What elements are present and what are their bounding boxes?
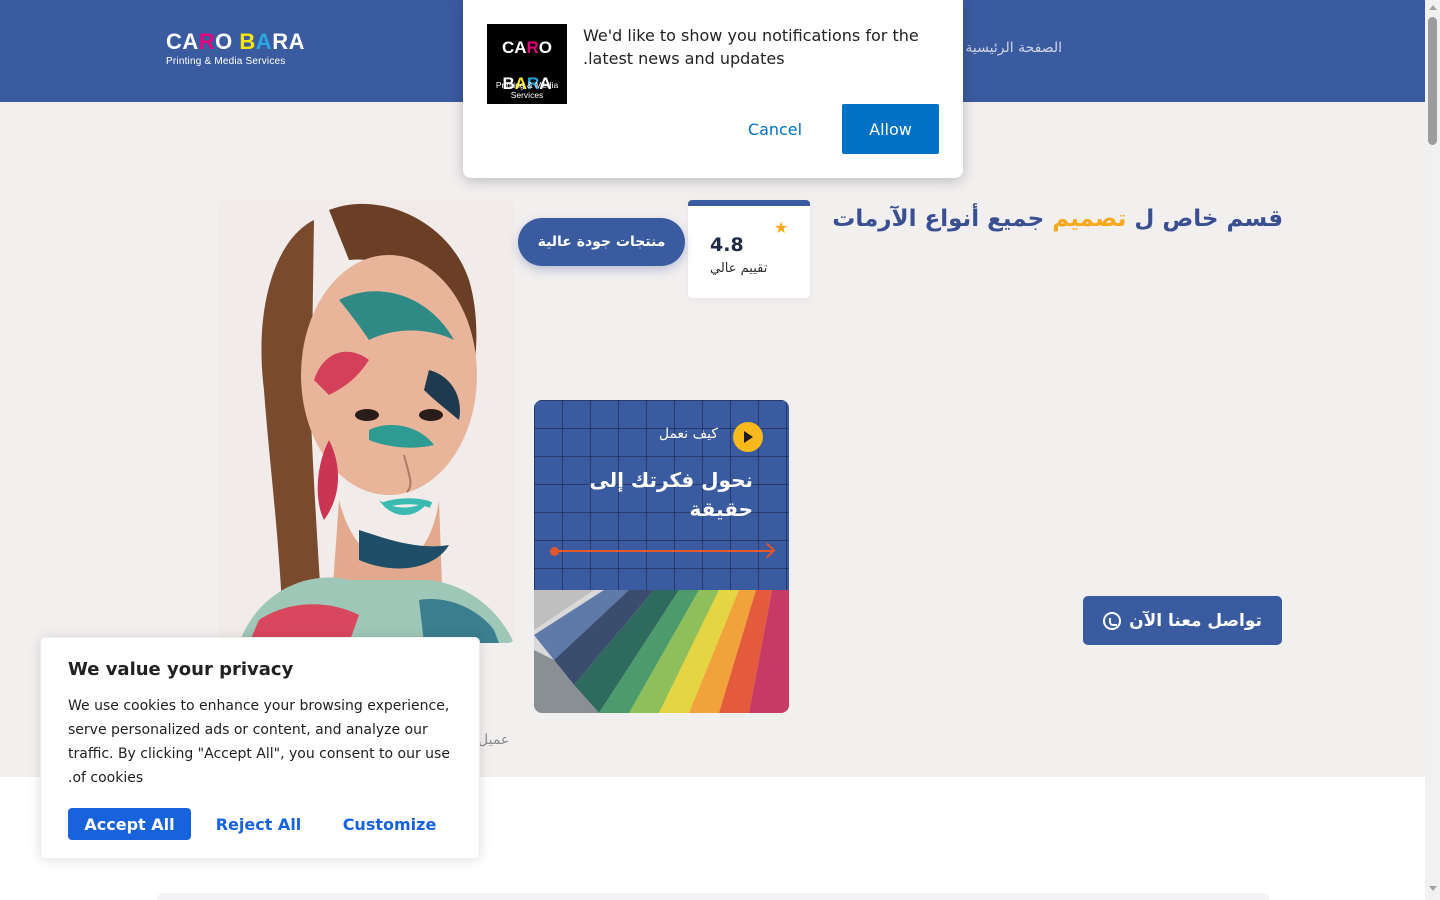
accept-all-button[interactable]: Accept All — [68, 808, 191, 840]
content-section-top — [157, 893, 1269, 900]
how-we-work-card[interactable]: كيف نعمل نحول فكرتك إلى حقيقة — [534, 400, 789, 713]
quality-badge: منتجات جودة عالية — [518, 218, 685, 266]
whatsapp-icon — [1103, 611, 1122, 630]
reject-all-button[interactable]: Reject All — [209, 808, 308, 840]
scroll-up-arrow-icon[interactable] — [1429, 5, 1437, 10]
cta-label: تواصل معنا الآن — [1129, 610, 1262, 631]
star-icon: ★ — [774, 218, 789, 237]
how-card-grid-panel: كيف نعمل نحول فكرتك إلى حقيقة — [534, 400, 789, 590]
rating-value: 4.8 — [710, 234, 744, 256]
color-swatch-fan-image — [534, 590, 789, 713]
logo-wordmark: CARO BARA — [166, 29, 305, 54]
notification-logo: CARO BARA Printing & Media Services — [487, 24, 567, 104]
notification-logo-tagline: Printing & Media Services — [495, 80, 559, 100]
play-icon[interactable] — [733, 422, 763, 452]
notification-cancel-button[interactable]: Cancel — [737, 104, 813, 154]
customize-button[interactable]: Customize — [335, 808, 444, 840]
cookie-title: We value your privacy — [68, 659, 294, 680]
contact-now-button[interactable]: تواصل معنا الآن — [1083, 596, 1282, 645]
hero-title-accent: تصميم — [1052, 206, 1127, 232]
how-card-label: كيف نعمل — [658, 426, 718, 442]
notification-allow-button[interactable]: Allow — [842, 104, 939, 154]
hero-title: قسم خاص ل تصميم جميع أنواع الآرمات — [832, 206, 1283, 232]
cookie-consent-banner: We value your privacy We use cookies to … — [40, 637, 480, 859]
arrow-right-icon — [759, 542, 776, 559]
notification-message: We'd like to show you notifications for … — [583, 26, 919, 68]
how-card-title: نحول فكرتك إلى حقيقة — [589, 468, 753, 521]
notification-prompt: CARO BARA Printing & Media Services We'd… — [463, 0, 963, 178]
site-logo[interactable]: CARO BARA Printing & Media Services — [166, 29, 306, 68]
clients-label: عميل — [478, 732, 510, 748]
scroll-thumb[interactable] — [1428, 17, 1437, 145]
rating-card: ★ 4.8 تقييم عالي — [688, 200, 810, 298]
nav-link-home[interactable]: الصفحة الرئيسية — [952, 40, 1062, 56]
logo-tagline: Printing & Media Services — [166, 56, 286, 67]
rating-label: تقييم عالي — [710, 261, 768, 276]
arrow-line — [552, 550, 772, 552]
page-scrollbar[interactable] — [1425, 0, 1440, 900]
scroll-down-arrow-icon[interactable] — [1429, 886, 1437, 891]
cookie-description: We use cookies to enhance your browsing … — [68, 698, 450, 786]
hero-portrait-image — [219, 200, 514, 643]
